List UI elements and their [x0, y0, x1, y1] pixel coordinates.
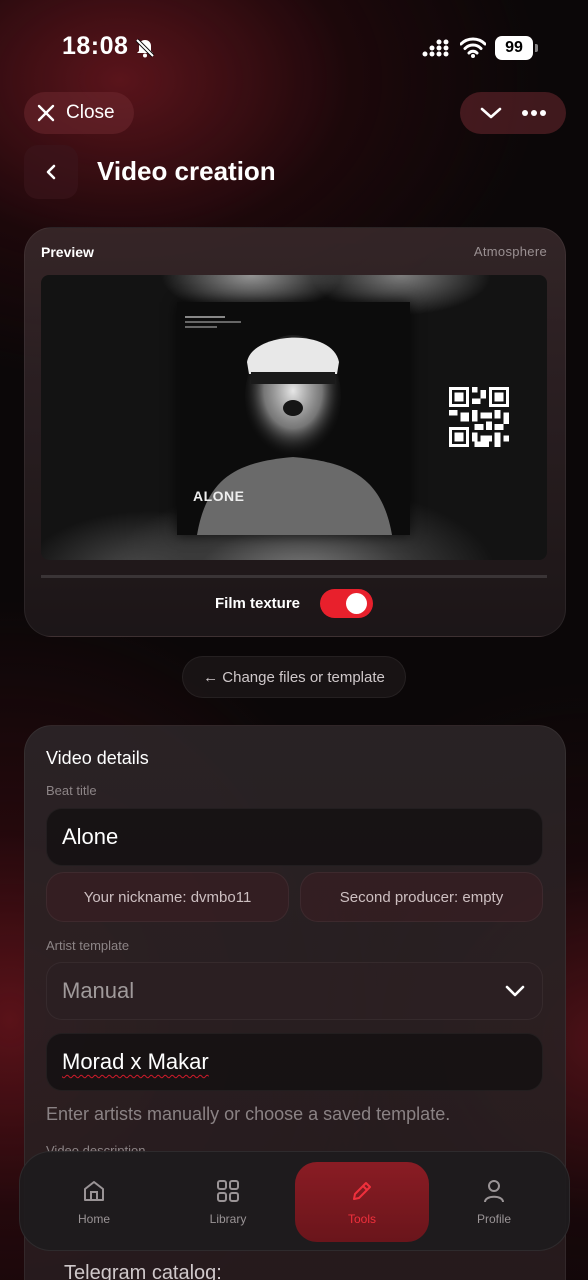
- artists-value: Morad x Makar: [62, 1049, 209, 1074]
- battery-level: 99: [495, 36, 533, 60]
- second-producer-chip[interactable]: Second producer: empty: [300, 872, 543, 922]
- artists-input[interactable]: Morad x Makar: [46, 1033, 543, 1091]
- chevron-down-icon[interactable]: [479, 105, 503, 121]
- nav-home[interactable]: Home: [54, 1152, 134, 1252]
- bell-muted-icon: [135, 38, 155, 58]
- mini-app-controls: [460, 92, 566, 134]
- status-time: 18:08: [62, 32, 129, 60]
- qr-code-icon: [449, 387, 509, 447]
- nav-home-label: Home: [77, 1212, 110, 1226]
- person-icon: [484, 1180, 504, 1203]
- page-title: Video creation: [97, 156, 276, 186]
- artists-help-text: Enter artists manually or choose a saved…: [46, 1104, 451, 1124]
- nav-profile[interactable]: Profile: [454, 1152, 534, 1252]
- close-button[interactable]: Close: [24, 92, 134, 134]
- artist-template-select[interactable]: Manual: [46, 962, 543, 1020]
- film-texture-toggle[interactable]: [320, 589, 373, 618]
- wifi-icon: [460, 37, 486, 58]
- template-name: Atmosphere: [473, 244, 547, 259]
- nav-library-label: Library: [209, 1212, 247, 1226]
- video-preview[interactable]: ALONE: [41, 275, 547, 560]
- close-label: Close: [66, 102, 115, 123]
- nav-library[interactable]: Library: [188, 1152, 268, 1252]
- film-texture-label: Film texture: [215, 595, 301, 612]
- cover-art: ALONE: [177, 302, 410, 535]
- beat-title-label: Beat title: [46, 783, 97, 798]
- bottom-navigation: Home Library Tools Profile: [19, 1151, 570, 1251]
- home-icon: [84, 1181, 104, 1201]
- back-button[interactable]: [24, 145, 78, 199]
- more-icon[interactable]: [521, 109, 547, 117]
- grid-icon: [217, 1180, 239, 1202]
- chevron-left-icon: [46, 164, 56, 180]
- beat-title-input[interactable]: Alone: [46, 808, 543, 866]
- telegram-catalog-label: Telegram catalog:: [64, 1262, 222, 1280]
- battery-indicator: 99: [495, 36, 539, 60]
- beat-title-value: Alone: [62, 824, 119, 849]
- playback-progress[interactable]: [41, 575, 547, 578]
- toggle-knob: [346, 593, 367, 614]
- section-title: Video details: [46, 748, 149, 768]
- artist-template-label: Artist template: [46, 938, 130, 953]
- cellular-signal-icon: [422, 39, 449, 57]
- nickname-chip[interactable]: Your nickname: dvmbo11: [46, 872, 289, 922]
- nav-tools-label: Tools: [347, 1212, 376, 1226]
- pencil-icon: [353, 1182, 371, 1200]
- nav-profile-label: Profile: [476, 1212, 511, 1226]
- cover-title: ALONE: [193, 488, 245, 504]
- nav-tools[interactable]: Tools: [295, 1162, 429, 1242]
- artist-template-value: Manual: [62, 978, 135, 1003]
- close-icon: [37, 104, 55, 122]
- preview-label: Preview: [41, 244, 94, 260]
- change-files-button[interactable]: ← Change files or template: [182, 656, 406, 698]
- chevron-down-icon: [505, 985, 525, 997]
